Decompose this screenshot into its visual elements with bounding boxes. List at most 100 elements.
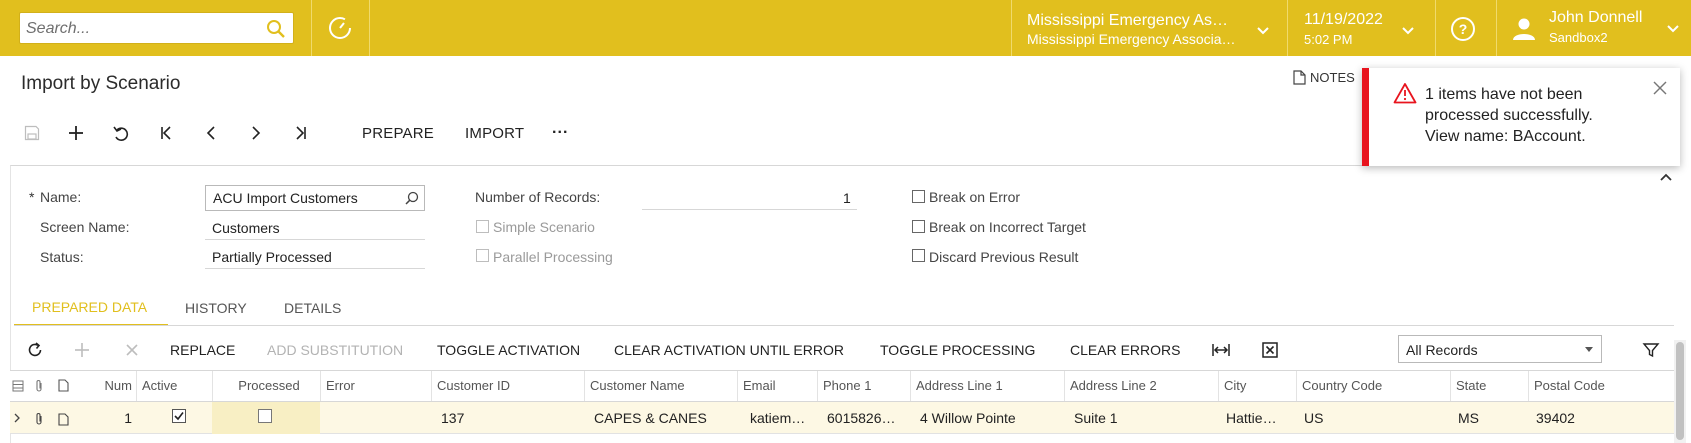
row-expand-button[interactable]: [10, 402, 29, 434]
company-name: Mississippi Emergency As…: [1027, 12, 1228, 29]
add-button[interactable]: [64, 118, 88, 148]
delete-row-button[interactable]: [125, 332, 139, 368]
add-row-button[interactable]: [74, 332, 90, 368]
replace-button[interactable]: REPLACE: [170, 332, 235, 368]
cell-postal-code[interactable]: 39402: [1528, 402, 1674, 434]
search-icon[interactable]: [265, 18, 287, 40]
previous-record-button[interactable]: [199, 118, 223, 148]
row-files-button[interactable]: [29, 402, 53, 434]
cell-customer-id[interactable]: 137: [431, 402, 584, 434]
name-field[interactable]: ACU Import Customers: [205, 185, 425, 211]
notes-button[interactable]: NOTES: [1293, 70, 1355, 85]
column-header[interactable]: Address Line 2: [1064, 371, 1218, 401]
first-icon: [161, 126, 171, 140]
column-header[interactable]: Processed: [212, 371, 320, 401]
help-icon[interactable]: ?: [1448, 14, 1478, 44]
vertical-scrollbar[interactable]: [1674, 340, 1686, 443]
error-notification: 1 items have not been processed successf…: [1362, 68, 1680, 166]
business-date-selector[interactable]: 11/19/2022 5:02 PM: [1287, 10, 1435, 50]
cell-country[interactable]: US: [1296, 402, 1450, 434]
more-actions-button[interactable]: ···: [552, 118, 569, 148]
clear-activation-button[interactable]: CLEAR ACTIVATION UNTIL ERROR: [614, 332, 844, 368]
checked-checkbox-icon[interactable]: [172, 409, 186, 423]
column-header[interactable]: Postal Code: [1528, 371, 1674, 401]
tab-prepared-data[interactable]: PREPARED DATA: [14, 294, 168, 326]
search-box[interactable]: [19, 12, 294, 44]
column-header[interactable]: City: [1218, 371, 1296, 401]
cell-error[interactable]: [320, 402, 431, 434]
user-menu[interactable]: John Donnell Sandbox2: [1498, 8, 1691, 52]
import-button[interactable]: IMPORT: [465, 118, 524, 148]
column-header[interactable]: Customer Name: [584, 371, 737, 401]
chevron-down-icon[interactable]: [1664, 20, 1682, 38]
scrollbar-thumb[interactable]: [1676, 342, 1684, 440]
name-label: Name:: [40, 189, 82, 205]
column-header[interactable]: State: [1450, 371, 1528, 401]
chevron-down-icon[interactable]: [1254, 22, 1272, 40]
undo-button[interactable]: [109, 118, 133, 148]
tab-history[interactable]: HISTORY: [185, 294, 247, 326]
user-icon: [1513, 18, 1535, 40]
unchecked-checkbox-icon[interactable]: [258, 409, 272, 423]
column-header[interactable]: Country Code: [1296, 371, 1450, 401]
records-filter-value: All Records: [1406, 342, 1478, 358]
cell-city[interactable]: Hattie…: [1218, 402, 1296, 434]
cell-num[interactable]: 1: [82, 402, 136, 434]
export-excel-button[interactable]: [1262, 332, 1278, 368]
records-filter-select[interactable]: All Records: [1398, 335, 1602, 363]
column-header[interactable]: Active: [136, 371, 212, 401]
notes-header: [53, 371, 82, 401]
cell-processed[interactable]: [212, 402, 320, 434]
column-header[interactable]: Email: [737, 371, 817, 401]
company-selector[interactable]: Mississippi Emergency As… Mississippi Em…: [1011, 10, 1281, 50]
simple-scenario-label: Simple Scenario: [493, 219, 595, 235]
save-icon: [24, 125, 40, 141]
chevron-down-icon[interactable]: [1399, 22, 1417, 40]
column-header[interactable]: Error: [320, 371, 431, 401]
chevron-up-icon[interactable]: [1659, 172, 1673, 182]
tab-details[interactable]: DETAILS: [284, 294, 341, 326]
row-selector-header[interactable]: [10, 371, 29, 401]
divider: [205, 268, 425, 269]
refresh-button[interactable]: [26, 332, 44, 368]
cell-address-2[interactable]: Suite 1: [1064, 402, 1218, 434]
column-header[interactable]: Num: [82, 371, 136, 401]
table-row[interactable]: 1 137 CAPES & CANES katiem… 6015826… 4 W…: [10, 402, 1674, 434]
row-notes-button[interactable]: [53, 402, 82, 434]
break-on-error-checkbox[interactable]: [912, 190, 925, 203]
cell-state[interactable]: MS: [1450, 402, 1528, 434]
cell-customer-name[interactable]: CAPES & CANES: [584, 402, 737, 434]
cell-email[interactable]: katiem…: [737, 402, 817, 434]
close-icon[interactable]: [1652, 80, 1668, 96]
filter-button[interactable]: [1642, 332, 1660, 368]
column-header[interactable]: Customer ID: [431, 371, 584, 401]
break-on-incorrect-target-label: Break on Incorrect Target: [929, 219, 1086, 235]
column-header[interactable]: Phone 1: [817, 371, 910, 401]
cell-phone[interactable]: 6015826…: [817, 402, 910, 434]
history-icon[interactable]: [312, 11, 368, 45]
first-record-button[interactable]: [154, 118, 178, 148]
next-record-button[interactable]: [244, 118, 268, 148]
search-input[interactable]: [26, 19, 256, 39]
last-record-button[interactable]: [289, 118, 313, 148]
clear-errors-button[interactable]: CLEAR ERRORS: [1070, 332, 1180, 368]
discard-previous-result-label: Discard Previous Result: [929, 249, 1079, 265]
add-substitution-button[interactable]: ADD SUBSTITUTION: [267, 332, 403, 368]
toggle-activation-button[interactable]: TOGGLE ACTIVATION: [437, 332, 580, 368]
divider: [642, 209, 857, 210]
fit-columns-button[interactable]: [1211, 332, 1231, 368]
cell-active[interactable]: [136, 402, 212, 434]
add-icon: [69, 126, 83, 140]
files-header: [29, 371, 53, 401]
top-bar: Mississippi Emergency As… Mississippi Em…: [0, 0, 1691, 56]
discard-previous-result-checkbox[interactable]: [912, 249, 925, 262]
search-icon[interactable]: [404, 190, 420, 206]
notes-label: NOTES: [1310, 70, 1355, 85]
prepare-button[interactable]: PREPARE: [362, 118, 434, 148]
toggle-processing-button[interactable]: TOGGLE PROCESSING: [880, 332, 1035, 368]
column-header[interactable]: Address Line 1: [910, 371, 1064, 401]
refresh-icon: [28, 342, 42, 357]
break-on-incorrect-target-checkbox[interactable]: [912, 220, 925, 233]
cell-address-1[interactable]: 4 Willow Pointe: [910, 402, 1064, 434]
save-button[interactable]: [20, 118, 44, 148]
